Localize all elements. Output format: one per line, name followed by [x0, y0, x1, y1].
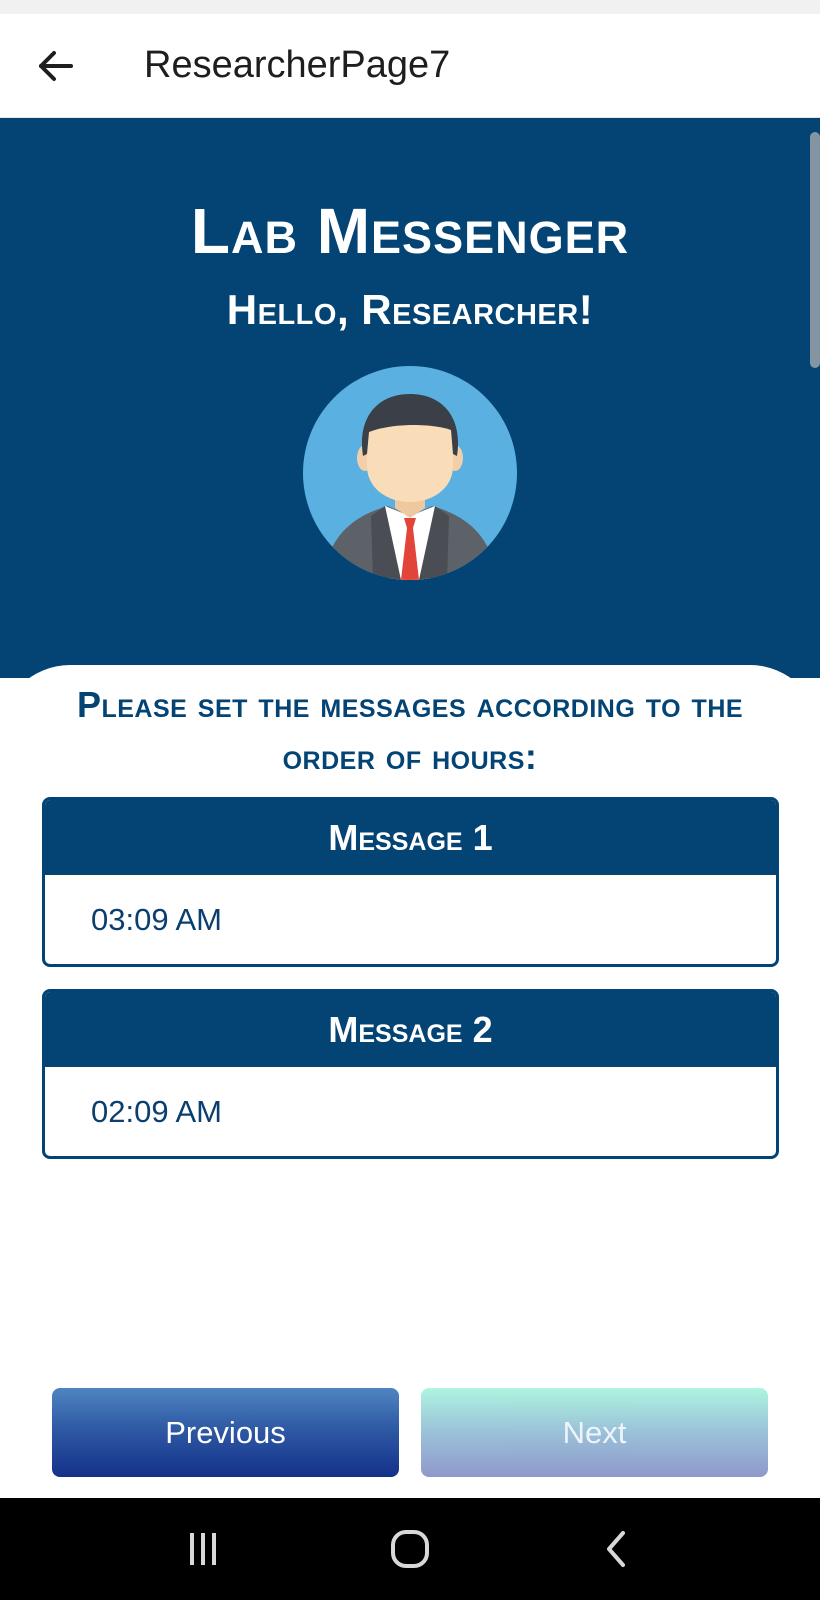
- previous-button-label: Previous: [165, 1414, 286, 1450]
- back-icon: [606, 1531, 625, 1567]
- system-nav-bar: [0, 1498, 820, 1600]
- next-button[interactable]: Next: [421, 1388, 768, 1477]
- app-bar: ResearcherPage7: [0, 14, 820, 118]
- app-root: ResearcherPage7 Lab Messenger Hello, Res…: [0, 0, 820, 1600]
- message-order-card: Please set the messages according to the…: [0, 665, 820, 1500]
- home-icon: [390, 1530, 429, 1568]
- recent-apps-button[interactable]: [173, 1519, 233, 1579]
- next-button-label: Next: [562, 1414, 627, 1450]
- message-2-card[interactable]: Message 2 02:09 AM: [42, 989, 779, 1159]
- arrow-back-icon: [39, 50, 73, 81]
- instruction-text: Please set the messages according to the…: [76, 684, 744, 777]
- status-bar: [0, 0, 820, 14]
- greeting-text: Hello, Researcher!: [226, 286, 594, 333]
- nav-back-button[interactable]: [587, 1519, 647, 1579]
- page-title: ResearcherPage7: [144, 44, 451, 86]
- businessman-avatar-icon: [303, 366, 517, 580]
- app-heading: Lab Messenger: [190, 195, 630, 267]
- home-button[interactable]: [380, 1519, 440, 1579]
- message-1-card[interactable]: Message 1 03:09 AM: [42, 797, 779, 967]
- back-button[interactable]: [26, 37, 84, 95]
- recent-apps-icon: [190, 1533, 217, 1565]
- header-panel: Lab Messenger Hello, Researcher!: [0, 118, 820, 678]
- previous-button[interactable]: Previous: [52, 1388, 399, 1477]
- message-2-label: Message 2: [45, 992, 776, 1067]
- message-1-label: Message 1: [45, 800, 776, 875]
- message-1-time: 03:09 AM: [91, 901, 222, 937]
- message-2-time: 02:09 AM: [91, 1093, 222, 1129]
